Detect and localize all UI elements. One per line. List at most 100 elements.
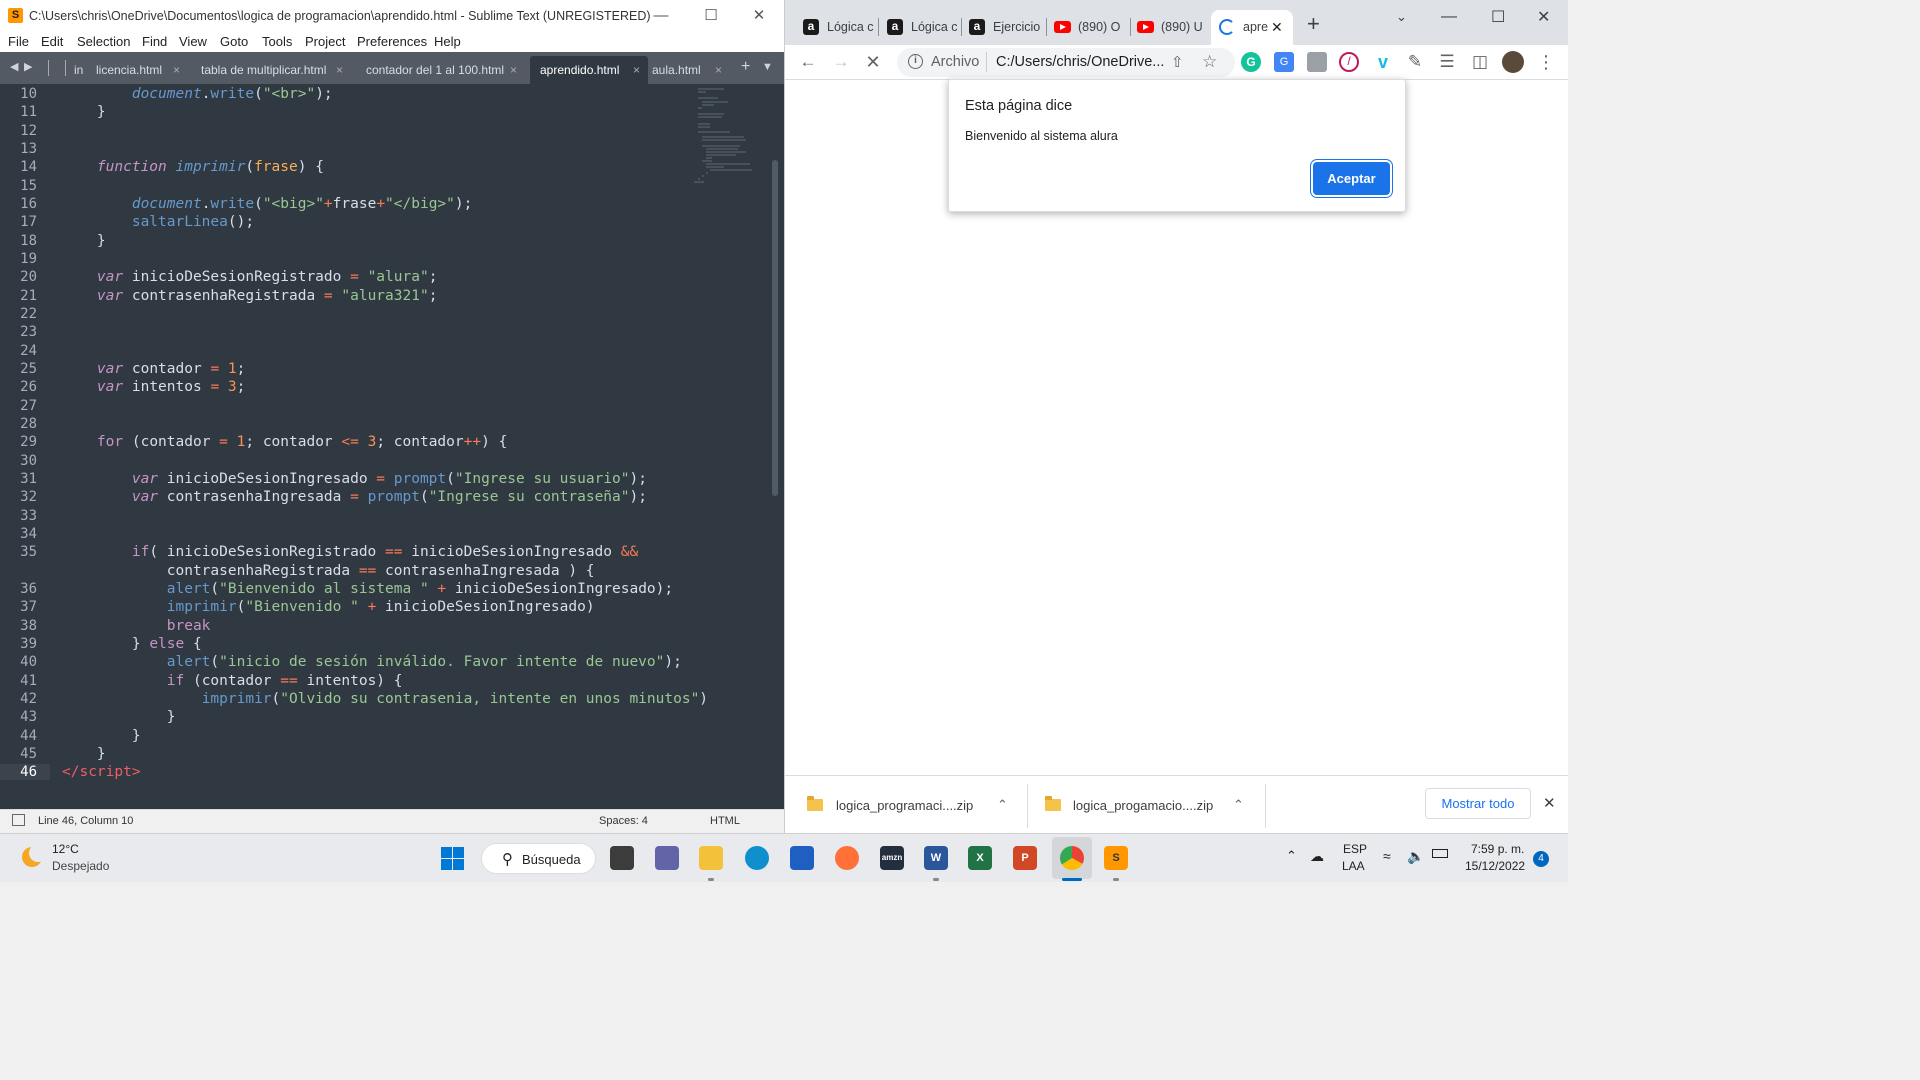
menu-selection[interactable]: Selection <box>77 34 130 49</box>
download-item-2[interactable]: logica_progamacio....zip ⌃ <box>1043 788 1253 824</box>
forward-icon[interactable]: → <box>830 51 852 73</box>
tab-contador[interactable]: contador del 1 al 100.html × <box>366 56 517 84</box>
browser-tab-logica-2[interactable]: a Lógica c <box>883 10 958 45</box>
editor-scrollbar[interactable] <box>772 160 778 496</box>
tab-licencia[interactable]: licencia.html × <box>96 56 180 84</box>
wifi-icon[interactable]: ≈ <box>1383 848 1391 864</box>
weather-description[interactable]: Despejado <box>52 859 109 873</box>
taskbar-search[interactable]: ⚲ Búsqueda <box>481 843 596 874</box>
tab-close-icon[interactable]: × <box>336 56 343 84</box>
task-view-icon[interactable] <box>610 846 634 870</box>
url-text[interactable]: C:/Users/chris/OneDrive... <box>996 54 1164 70</box>
language-indicator[interactable]: ESP <box>1343 842 1367 856</box>
menu-help[interactable]: Help <box>434 34 461 49</box>
reading-list-icon[interactable]: ☰ <box>1436 51 1458 73</box>
sublime-text-icon[interactable]: S <box>1104 846 1128 870</box>
tab-close-icon[interactable]: × <box>715 56 722 84</box>
translate-icon[interactable]: G <box>1274 52 1294 72</box>
browser-tab-youtube-2[interactable]: (890) U <box>1134 10 1204 45</box>
tab-scroll-left-icon[interactable]: ◀ <box>10 60 18 73</box>
menu-preferences[interactable]: Preferences <box>357 34 427 49</box>
panel-toggle-icon[interactable] <box>12 814 25 826</box>
amazon-icon[interactable]: amzn <box>880 846 904 870</box>
word-icon[interactable]: W <box>924 846 948 870</box>
tab-list-icon[interactable]: ▼ <box>762 61 773 73</box>
chevron-up-icon[interactable]: ⌃ <box>997 787 1008 823</box>
accept-button[interactable]: Aceptar <box>1313 162 1390 195</box>
menu-goto[interactable]: Goto <box>220 34 248 49</box>
clock-time[interactable]: 7:59 p. m. <box>1471 842 1524 856</box>
teams-chat-icon[interactable] <box>655 846 679 870</box>
menu-tools[interactable]: Tools <box>262 34 292 49</box>
address-bar[interactable]: i Archivo C:/Users/chris/OneDrive... ⇧ ☆ <box>897 48 1235 77</box>
grammarly-icon[interactable]: G <box>1241 52 1261 72</box>
tab-scroll-right-icon[interactable]: ▶ <box>24 60 32 73</box>
info-icon[interactable]: i <box>908 54 923 69</box>
menu-file[interactable]: File <box>8 34 29 49</box>
notification-badge[interactable]: 4 <box>1533 851 1549 867</box>
tab-in[interactable]: in <box>74 56 88 84</box>
tray-overflow-icon[interactable]: ⌃ <box>1286 848 1297 864</box>
code-editor[interactable]: document.write("<br>"); } function impri… <box>62 84 762 809</box>
tab-aula[interactable]: aula.html × <box>652 56 722 84</box>
tab-close-icon[interactable]: × <box>510 56 517 84</box>
maximize-icon[interactable]: ☐ <box>1491 7 1505 27</box>
clock-date[interactable]: 15/12/2022 <box>1465 859 1525 873</box>
maximize-icon[interactable]: ☐ <box>700 6 722 26</box>
start-windows-icon[interactable] <box>441 847 464 870</box>
chrome-icon[interactable] <box>1060 846 1084 870</box>
tab-search-icon[interactable]: ⌄ <box>1396 9 1407 25</box>
minimap[interactable] <box>694 86 764 186</box>
tab-tabla-de-multiplicar[interactable]: tabla de multiplicar.html × <box>201 56 343 84</box>
tab-close-icon[interactable]: × <box>633 56 640 84</box>
powerpoint-icon[interactable]: P <box>1013 846 1037 870</box>
tab-overflow-icon[interactable] <box>48 60 66 76</box>
store-icon[interactable] <box>790 846 814 870</box>
browser-tab-ejercicio[interactable]: a Ejercicio <box>965 10 1043 45</box>
close-window-icon[interactable]: ✕ <box>1537 7 1550 27</box>
menu-project[interactable]: Project <box>305 34 345 49</box>
cursor-position[interactable]: Line 46, Column 10 <box>38 815 133 827</box>
show-all-button[interactable]: Mostrar todo <box>1425 788 1531 819</box>
tab-aprendido[interactable]: aprendido.html × <box>530 56 648 84</box>
extension-icon[interactable] <box>1307 52 1327 72</box>
weather-moon-icon[interactable] <box>20 844 47 869</box>
block-icon[interactable]: / <box>1339 52 1359 72</box>
excel-icon[interactable]: X <box>968 846 992 870</box>
menu-view[interactable]: View <box>179 34 207 49</box>
browser-tab-aprendido[interactable]: apre ✕ <box>1211 10 1293 45</box>
indentation-setting[interactable]: Spaces: 4 <box>599 815 648 827</box>
chevron-up-icon[interactable]: ⌃ <box>1233 787 1244 823</box>
edge-icon[interactable] <box>745 846 769 870</box>
back-icon[interactable]: ← <box>797 51 819 73</box>
tab-close-icon[interactable]: × <box>173 56 180 84</box>
menu-edit[interactable]: Edit <box>41 34 63 49</box>
battery-icon[interactable] <box>1432 849 1448 858</box>
extensions-puzzle-icon[interactable]: ✎ <box>1404 51 1426 73</box>
download-item-1[interactable]: logica_programaci....zip ⌃ <box>805 788 1015 824</box>
new-tab-icon[interactable]: + <box>1307 13 1320 35</box>
stop-loading-icon[interactable]: ✕ <box>862 51 884 73</box>
weather-temperature[interactable]: 12°C <box>52 842 79 856</box>
syntax-setting[interactable]: HTML <box>710 815 740 827</box>
keyboard-layout[interactable]: LAA <box>1342 859 1365 873</box>
side-panel-icon[interactable]: ◫ <box>1469 51 1491 73</box>
menu-find[interactable]: Find <box>142 34 167 49</box>
volume-icon[interactable]: 🔈 <box>1407 848 1424 865</box>
minimize-icon[interactable]: — <box>650 6 672 26</box>
share-icon[interactable]: ⇧ <box>1171 53 1184 71</box>
close-downloads-icon[interactable]: ✕ <box>1543 794 1556 812</box>
vimeo-icon[interactable]: v <box>1372 51 1394 73</box>
avatar[interactable] <box>1502 51 1524 73</box>
browser-tab-logica-1[interactable]: a Lógica c <box>799 10 874 45</box>
onedrive-cloud-icon[interactable]: ☁ <box>1310 848 1324 865</box>
close-icon[interactable]: ✕ <box>748 6 770 26</box>
firefox-icon[interactable] <box>835 846 859 870</box>
bookmark-star-icon[interactable]: ☆ <box>1202 52 1217 72</box>
new-tab-icon[interactable]: + <box>741 58 750 76</box>
tab-close-icon[interactable]: ✕ <box>1271 10 1283 44</box>
file-explorer-icon[interactable] <box>699 846 723 870</box>
minimize-icon[interactable]: — <box>1441 8 1457 26</box>
browser-tab-youtube-1[interactable]: (890) O <box>1051 10 1127 45</box>
more-menu-icon[interactable]: ⋮ <box>1535 51 1557 73</box>
